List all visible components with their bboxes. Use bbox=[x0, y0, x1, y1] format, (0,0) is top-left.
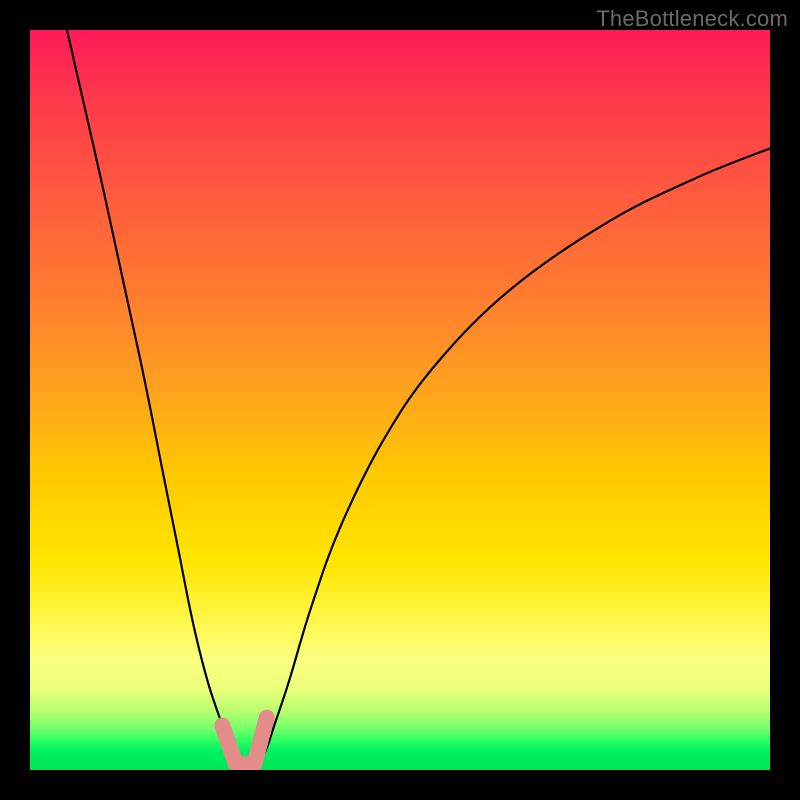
chart-frame: TheBottleneck.com bbox=[0, 0, 800, 800]
watermark-text: TheBottleneck.com bbox=[596, 6, 788, 32]
curve-layer bbox=[30, 30, 770, 770]
bottleneck-curve bbox=[67, 30, 770, 770]
valley-marker bbox=[222, 718, 266, 764]
